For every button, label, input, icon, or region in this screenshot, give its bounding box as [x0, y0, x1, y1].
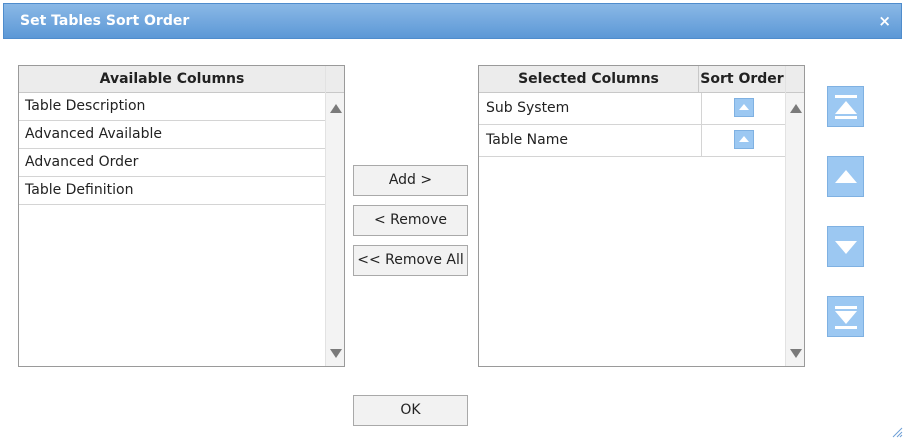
- sort-order-cell: [701, 125, 785, 156]
- remove-button[interactable]: < Remove: [353, 205, 468, 236]
- scroll-up-icon[interactable]: [330, 104, 342, 113]
- add-button[interactable]: Add >: [353, 165, 468, 196]
- move-bottom-icon: [835, 306, 857, 309]
- list-item[interactable]: Table Description: [19, 93, 325, 121]
- sort-ascending-icon[interactable]: [734, 98, 754, 117]
- dialog-title-bar: Set Tables Sort Order ×: [3, 3, 902, 39]
- available-columns-header: Available Columns: [19, 66, 325, 93]
- ok-button[interactable]: OK: [353, 395, 468, 426]
- available-columns-list: Available Columns Table Description Adva…: [18, 65, 345, 367]
- sort-ascending-icon[interactable]: [734, 130, 754, 149]
- resize-grip-icon[interactable]: [891, 426, 903, 438]
- table-row[interactable]: Sub System: [479, 93, 785, 125]
- list-item[interactable]: Advanced Available: [19, 121, 325, 149]
- close-icon[interactable]: ×: [878, 12, 891, 30]
- table-row[interactable]: Table Name: [479, 125, 785, 157]
- list-item[interactable]: Advanced Order: [19, 149, 325, 177]
- scroll-down-icon[interactable]: [330, 349, 342, 358]
- selected-column-name: Sub System: [486, 100, 570, 116]
- selected-columns-header: Selected Columns: [479, 66, 698, 93]
- move-down-icon: [835, 241, 857, 254]
- move-up-icon: [835, 170, 857, 183]
- scroll-down-icon[interactable]: [790, 349, 802, 358]
- sort-order-cell: [701, 93, 785, 124]
- move-top-icon: [835, 95, 857, 98]
- move-up-button[interactable]: [827, 156, 864, 197]
- dialog-title: Set Tables Sort Order: [20, 13, 190, 29]
- selected-column-name: Table Name: [486, 132, 568, 148]
- selected-columns-list: Selected Columns Sort Order Sub System T…: [478, 65, 805, 367]
- remove-all-button[interactable]: << Remove All: [353, 245, 468, 276]
- selected-scrollbar[interactable]: [785, 66, 804, 366]
- list-item[interactable]: Table Definition: [19, 177, 325, 205]
- move-down-button[interactable]: [827, 226, 864, 267]
- move-bottom-button[interactable]: [827, 296, 864, 337]
- scroll-up-icon[interactable]: [790, 104, 802, 113]
- move-top-button[interactable]: [827, 86, 864, 127]
- available-scrollbar[interactable]: [325, 66, 344, 366]
- sort-order-header: Sort Order: [698, 66, 785, 93]
